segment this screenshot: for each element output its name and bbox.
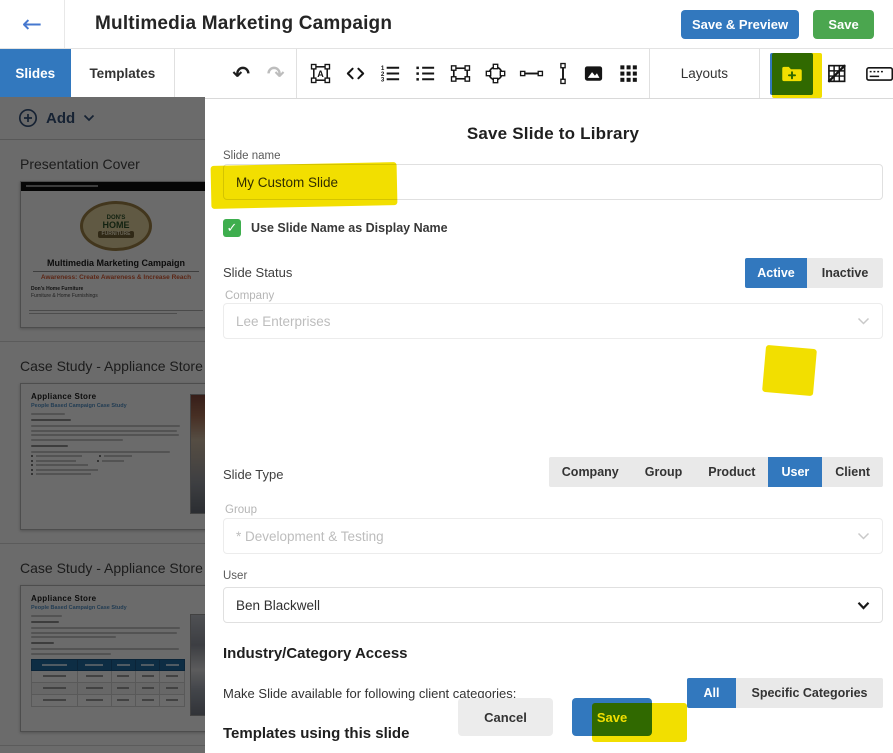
ellipse-shape-icon[interactable] [484,62,507,85]
group-select-disabled: * Development & Testing [223,518,883,554]
chevron-down-icon [857,317,870,325]
display-name-checkbox-row[interactable]: ✓ Use Slide Name as Display Name [223,219,883,237]
chevron-down-icon [857,601,870,610]
modal-title: Save Slide to Library [223,124,883,144]
editor-toolbar: Slides Templates ↶ ↷ A 1 2 3 [0,48,893,99]
slide-name-input[interactable]: My Custom Slide [223,164,883,200]
slide-name-label: Slide name [223,150,883,162]
text-box-icon[interactable]: A [309,62,332,85]
grid-dots-icon[interactable] [617,62,640,85]
folder-plus-icon [779,61,805,87]
insert-tools-group: A 1 2 3 [297,62,649,85]
chevron-down-icon [857,532,870,540]
app-header: ← Multimedia Marketing Campaign Save & P… [0,0,893,48]
status-option-inactive[interactable]: Inactive [807,258,883,288]
tab-templates[interactable]: Templates [71,49,175,98]
status-option-active[interactable]: Active [745,258,807,288]
redo-icon[interactable]: ↷ [264,61,288,87]
bullet-list-icon[interactable] [414,62,437,85]
slide-type-option-group[interactable]: Group [632,457,696,487]
save-slide-to-library-modal: Save Slide to Library Slide name My Cust… [205,100,893,753]
back-button[interactable]: ← [0,0,65,48]
display-name-checkbox-label: Use Slide Name as Display Name [251,221,448,235]
category-option-specific[interactable]: Specific Categories [736,678,883,708]
user-select-value: Ben Blackwell [236,598,857,613]
checkbox-checked-icon[interactable]: ✓ [223,219,241,237]
user-label: User [223,570,883,582]
tab-slides[interactable]: Slides [0,49,71,98]
keyboard-icon[interactable] [865,61,893,86]
company-label: Company [225,290,883,302]
user-select[interactable]: Ben Blackwell [223,587,883,623]
code-icon[interactable] [344,62,367,85]
svg-text:A: A [317,69,324,79]
rectangle-shape-icon[interactable] [449,62,472,85]
industry-category-heading: Industry/Category Access [223,645,883,662]
header-save-button[interactable]: Save [813,10,874,39]
vertical-line-icon[interactable] [556,62,570,85]
slide-name-value: My Custom Slide [236,175,870,190]
slide-type-segmented-control: Company Group Product User Client [549,457,883,487]
category-access-toggle: All Specific Categories [687,678,883,708]
grid-off-icon[interactable] [825,61,849,86]
modal-save-button[interactable]: Save [572,698,652,736]
horizontal-line-icon[interactable] [519,62,544,85]
group-label: Group [225,504,883,516]
slide-type-option-user[interactable]: User [768,457,822,487]
app-window: ← Multimedia Marketing Campaign Save & P… [0,0,893,753]
cancel-button[interactable]: Cancel [458,698,553,736]
image-icon[interactable] [582,62,605,85]
slide-type-option-product[interactable]: Product [695,457,768,487]
category-option-all[interactable]: All [687,678,736,708]
templates-heading: Templates using this slide [223,725,883,742]
toolbar-divider [759,49,760,98]
company-select-disabled: Lee Enterprises [223,303,883,339]
svg-text:3: 3 [381,77,385,84]
group-select-value: * Development & Testing [236,529,857,544]
back-arrow-icon: ← [22,12,42,36]
save-to-library-folder-button[interactable] [770,53,813,95]
page-title: Multimedia Marketing Campaign [95,13,392,35]
slide-type-option-client[interactable]: Client [822,457,883,487]
slide-status-toggle: Active Inactive [745,258,883,288]
slide-type-option-company[interactable]: Company [549,457,632,487]
save-and-preview-button[interactable]: Save & Preview [681,10,799,39]
layouts-button[interactable]: Layouts [650,66,759,81]
toolbar-divider [174,49,175,98]
ordered-list-icon[interactable]: 1 2 3 [379,62,402,85]
undo-icon[interactable]: ↶ [229,61,253,87]
company-select-value: Lee Enterprises [236,314,857,329]
modal-backdrop[interactable] [0,97,205,753]
